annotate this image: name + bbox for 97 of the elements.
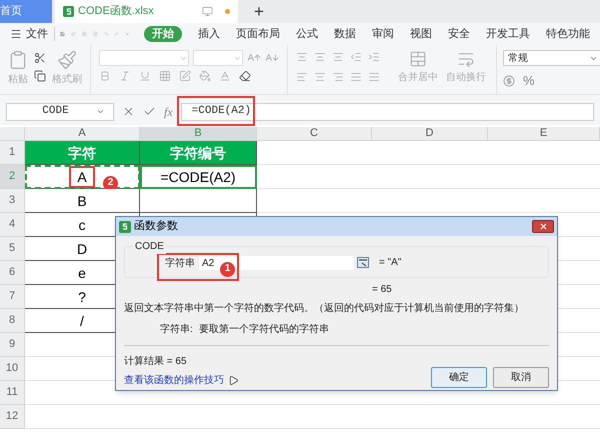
- align-top-icon[interactable]: [296, 51, 308, 63]
- paintbrush-icon: [57, 50, 77, 70]
- ribbon-tab[interactable]: 数据: [334, 26, 356, 42]
- align-bottom-icon[interactable]: [332, 51, 344, 63]
- new-tab-button[interactable]: +: [242, 0, 276, 23]
- spreadsheet-icon: [63, 6, 74, 17]
- underline-icon[interactable]: [139, 70, 151, 82]
- distribute-icon[interactable]: [368, 71, 380, 83]
- currency-icon[interactable]: [503, 74, 515, 87]
- ribbon-tab[interactable]: 审阅: [372, 26, 394, 42]
- column-header[interactable]: C: [257, 127, 372, 140]
- italic-icon[interactable]: [119, 70, 131, 82]
- fill-color-icon[interactable]: [199, 70, 211, 82]
- column-header[interactable]: D: [372, 127, 488, 140]
- align-middle-icon[interactable]: [314, 51, 326, 63]
- indent-icon[interactable]: [368, 51, 380, 63]
- justify-icon[interactable]: [350, 71, 362, 83]
- cell-text: 字符: [67, 144, 97, 162]
- row-header[interactable]: 1: [0, 141, 25, 165]
- clipboard-icon: [8, 50, 28, 70]
- cell-text: D: [76, 240, 88, 258]
- row-header[interactable]: 3: [0, 189, 25, 213]
- close-button[interactable]: [532, 220, 554, 233]
- document-tab[interactable]: 首页: [0, 0, 52, 23]
- row-header[interactable]: 6: [0, 261, 25, 285]
- font-size-field[interactable]: [193, 50, 243, 66]
- cell-text: B: [76, 192, 88, 210]
- ribbon-tab[interactable]: 开始: [144, 26, 182, 42]
- formula-field[interactable]: =CODE(A2): [180, 102, 594, 120]
- cell-style-icon[interactable]: [179, 70, 191, 82]
- ribbon-tab[interactable]: 安全: [448, 26, 470, 42]
- chevron-down-icon[interactable]: [96, 107, 105, 116]
- ribbon-tab[interactable]: 特色功能: [546, 26, 590, 42]
- cancel-icon[interactable]: [122, 105, 135, 118]
- dialog-button[interactable]: 确定: [431, 367, 487, 388]
- cut-icon[interactable]: [34, 52, 46, 64]
- wrap-icon: [457, 50, 475, 68]
- row-header[interactable]: 8: [0, 309, 25, 333]
- row-header[interactable]: 12: [0, 405, 25, 429]
- merge-cells-icon: [409, 50, 427, 68]
- column-header[interactable]: E: [488, 127, 600, 140]
- ribbon-tab[interactable]: 开发工具: [486, 26, 530, 42]
- help-link[interactable]: 查看该函数的操作技巧: [124, 373, 224, 388]
- eraser-icon[interactable]: [239, 70, 251, 82]
- cell-text: 字符编号: [169, 144, 227, 162]
- copy-icon[interactable]: [34, 70, 46, 82]
- close-icon: [538, 222, 548, 231]
- help-text: 要取第一个字符代码的字符串: [198, 322, 329, 337]
- range-picker-icon[interactable]: [357, 256, 369, 268]
- menu-icon: [10, 28, 22, 40]
- row-header[interactable]: 4: [0, 213, 25, 237]
- cell-text: e: [77, 264, 87, 282]
- border-icon[interactable]: [159, 70, 171, 82]
- dialog-title: 函数参数: [134, 219, 179, 234]
- row-header[interactable]: 11: [0, 381, 25, 405]
- ribbon-tab[interactable]: 视图: [410, 26, 432, 42]
- ribbon-tab[interactable]: 公式: [296, 26, 318, 42]
- dialog-button[interactable]: 取消: [493, 367, 549, 388]
- step-badge: 2: [103, 176, 118, 190]
- cell-text: =CODE(A2): [159, 168, 237, 186]
- outdent-icon[interactable]: [350, 51, 362, 63]
- cell-text: c: [78, 216, 86, 234]
- ribbon-tab[interactable]: 插入: [198, 26, 220, 42]
- function-value: = 65: [372, 283, 393, 297]
- align-right-icon[interactable]: [332, 71, 344, 83]
- ribbon-tab[interactable]: 页面布局: [236, 26, 280, 42]
- align-left-icon[interactable]: [296, 71, 308, 83]
- cell-text: ?: [77, 288, 87, 306]
- tab-label: 首页: [0, 4, 23, 20]
- argument-result: = "A": [379, 256, 402, 270]
- row-header[interactable]: 9: [0, 333, 25, 357]
- row-header[interactable]: 5: [0, 237, 25, 261]
- cell-text: A: [69, 166, 95, 188]
- help-label: 字符串:: [160, 322, 193, 337]
- font-color-icon[interactable]: [219, 70, 231, 82]
- tab-label: CODE函数.xlsx: [78, 4, 155, 20]
- video-icon[interactable]: [228, 375, 239, 386]
- number-format-value: 常规: [508, 52, 528, 66]
- monitor-icon[interactable]: [202, 6, 213, 17]
- spreadsheet-icon: [119, 220, 131, 232]
- calculation-result: 计算结果 = 65: [124, 354, 188, 369]
- number-format-field[interactable]: 常规: [503, 50, 600, 66]
- cell-text: /: [79, 312, 85, 330]
- file-menu[interactable]: 文件: [10, 26, 48, 42]
- row-header[interactable]: 7: [0, 285, 25, 309]
- function-name: CODE: [133, 239, 166, 254]
- align-center-icon[interactable]: [314, 71, 326, 83]
- name-box[interactable]: CODE: [6, 102, 114, 120]
- font-field[interactable]: [99, 50, 189, 66]
- fx-label[interactable]: fx: [164, 102, 173, 120]
- document-tab[interactable]: CODE函数.xlsx: [55, 0, 238, 23]
- function-description: 返回文本字符串中第一个字符的数字代码。（返回的代码对应于计算机当前使用的字符集）: [124, 302, 525, 316]
- name-box-value: CODE: [41, 104, 70, 120]
- percent-button[interactable]: %: [523, 71, 535, 90]
- row-header[interactable]: 10: [0, 357, 25, 381]
- bold-icon[interactable]: [99, 70, 111, 82]
- argument-label: 字符串: [165, 256, 195, 270]
